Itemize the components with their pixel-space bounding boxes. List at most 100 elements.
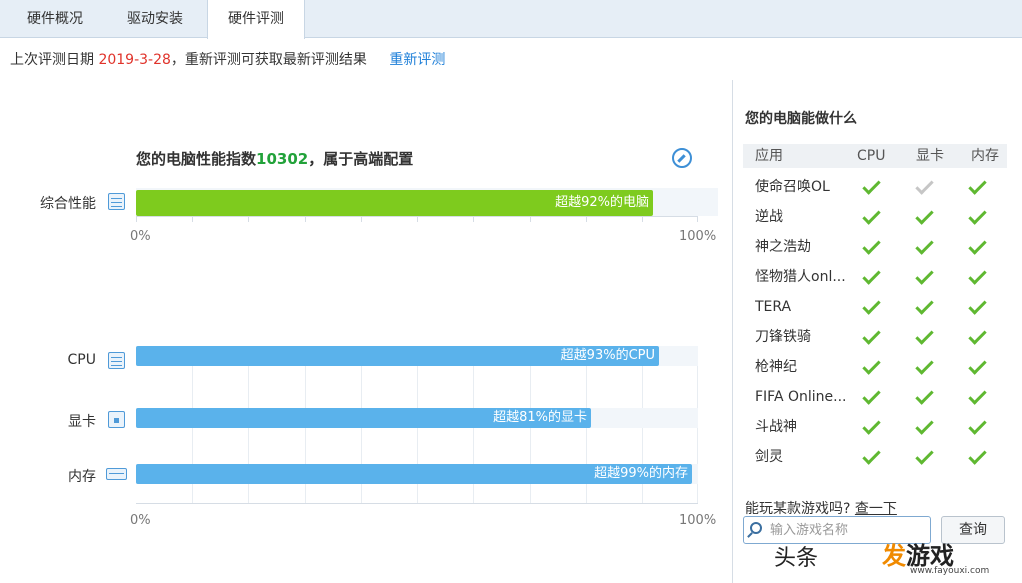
check-icon [915, 416, 934, 435]
tab-bar: 硬件概况 驱动安装 硬件评测 [0, 0, 1022, 39]
memory-bar-track: 超越99%的内存 [136, 464, 698, 484]
overall-label: 综合性能 [40, 196, 96, 212]
overall-axis-max: 100% [679, 229, 717, 244]
check-icon [862, 386, 881, 405]
check-gray-icon [915, 176, 934, 195]
memory-icon[interactable] [106, 468, 127, 480]
cpu-bar-fill: 超越93%的CPU [136, 346, 659, 366]
watermark-url: www.fayouxi.com [910, 566, 990, 576]
component-axis-min: 0% [130, 513, 151, 528]
last-test-suffix: ，重新评测可获取最新评测结果 [170, 52, 367, 68]
check-icon [968, 356, 987, 375]
memory-bar-fill: 超越99%的内存 [136, 464, 692, 484]
check-icon [915, 356, 934, 375]
overall-bar-fill: 超越92%的电脑 [136, 190, 653, 216]
overall-bar-text: 超越92%的电脑 [555, 195, 649, 210]
game-name: TERA [755, 299, 792, 315]
tab-hardware-benchmark[interactable]: 硬件评测 [207, 0, 305, 39]
tab-hardware-overview[interactable]: 硬件概况 [0, 0, 110, 38]
col-gpu: 显卡 [916, 148, 944, 164]
axis-tick [136, 216, 137, 222]
last-test-info: 上次评测日期 2019-3-28，重新评测可获取最新评测结果 重新评测 [10, 50, 445, 70]
check-icon [862, 206, 881, 225]
axis-tick [530, 216, 531, 222]
memory-bar-text: 超越99%的内存 [594, 466, 688, 481]
game-row: 枪神纪 [743, 352, 1007, 382]
retest-link[interactable]: 重新评测 [389, 52, 445, 68]
optimize-icon[interactable] [672, 148, 692, 168]
check-icon [915, 206, 934, 225]
tab-driver-install[interactable]: 驱动安装 [102, 0, 208, 38]
game-check-link[interactable]: 查一下 [855, 501, 897, 517]
last-test-prefix: 上次评测日期 [10, 52, 94, 68]
last-test-date: 2019-3-28 [98, 52, 171, 68]
cpu-bar-text: 超越93%的CPU [560, 348, 655, 363]
axis-tick [192, 216, 193, 222]
cpu-icon[interactable] [108, 352, 125, 369]
axis-tick [305, 216, 306, 222]
capability-title: 您的电脑能做什么 [745, 111, 857, 127]
check-icon [862, 416, 881, 435]
component-axis-max: 100% [679, 513, 717, 528]
game-name: 神之浩劫 [755, 239, 811, 255]
overall-bar-track: 超越92%的电脑 [136, 188, 718, 216]
report-icon[interactable] [108, 193, 125, 210]
check-icon [915, 236, 934, 255]
watermark-left: 头条 [774, 546, 819, 571]
capability-panel: 您的电脑能做什么 应用 CPU 显卡 内存 使命召唤OL 逆战神之浩劫怪物猎人on… [732, 80, 1022, 583]
overall-axis-min: 0% [130, 229, 151, 244]
watermark-logo: 头条 发游戏 www.fayouxi.com [770, 532, 1022, 583]
check-icon [968, 386, 987, 405]
axis-tick [697, 216, 698, 222]
game-name: FIFA Online... [755, 389, 847, 405]
performance-title: 您的电脑性能指数10302，属于高端配置 [136, 148, 413, 169]
check-icon [968, 236, 987, 255]
game-row: 怪物猎人onl... [743, 262, 1007, 292]
game-name: 怪物猎人onl... [755, 269, 846, 285]
gpu-bar-fill: 超越81%的显卡 [136, 408, 591, 428]
gpu-bar-track: 超越81%的显卡 [136, 408, 698, 428]
game-name: 刀锋铁骑 [755, 329, 811, 345]
game-name: 斗战神 [755, 419, 797, 435]
game-row: 刀锋铁骑 [743, 322, 1007, 352]
check-icon [915, 266, 934, 285]
game-row: 神之浩劫 [743, 232, 1007, 262]
axis-tick [248, 216, 249, 222]
game-name: 逆战 [755, 209, 783, 225]
game-check-prompt: 能玩某款游戏吗? 查一下 [745, 498, 897, 518]
col-memory: 内存 [971, 148, 999, 164]
check-icon [915, 386, 934, 405]
game-check-text: 能玩某款游戏吗? [745, 501, 851, 517]
watermark-brand-hl: 发 [882, 542, 906, 570]
gpu-label: 显卡 [68, 414, 96, 430]
graphics-card-icon[interactable] [108, 411, 125, 428]
performance-title-prefix: 您的电脑性能指数 [136, 150, 257, 168]
check-icon [862, 446, 881, 465]
cpu-label: CPU [67, 352, 96, 368]
axis-tick [417, 216, 418, 222]
axis-tick [642, 216, 643, 222]
axis-tick [586, 216, 587, 222]
game-name: 使命召唤OL [755, 179, 830, 195]
performance-title-suffix: ，属于高端配置 [308, 150, 414, 168]
axis-tick [361, 216, 362, 222]
check-icon [915, 326, 934, 345]
check-icon [968, 446, 987, 465]
col-cpu: CPU [857, 148, 886, 164]
memory-label: 内存 [68, 469, 96, 485]
performance-score: 10302 [256, 150, 309, 168]
check-icon [968, 416, 987, 435]
game-row: FIFA Online... [743, 382, 1007, 412]
game-name: 枪神纪 [755, 359, 797, 375]
check-icon [862, 236, 881, 255]
col-app: 应用 [755, 148, 783, 164]
game-name: 剑灵 [755, 449, 783, 465]
check-icon [968, 206, 987, 225]
check-icon [915, 296, 934, 315]
search-icon [750, 522, 762, 534]
check-icon [968, 326, 987, 345]
axis-tick [473, 216, 474, 222]
game-row: 剑灵 [743, 442, 1007, 472]
check-icon [862, 176, 881, 195]
game-row: TERA [743, 292, 1007, 322]
